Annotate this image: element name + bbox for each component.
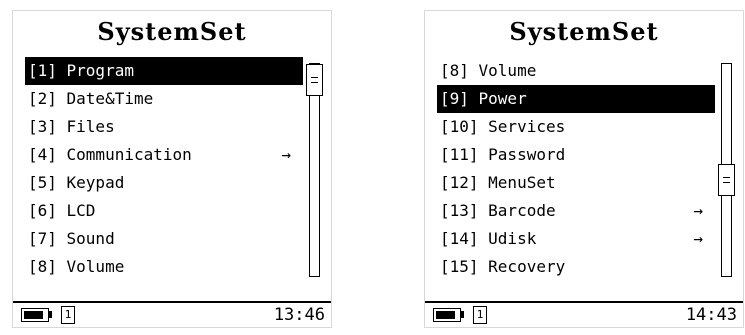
menu-item-label: [15] Recovery: [440, 257, 566, 276]
menu-item-label: [7] Sound: [28, 229, 115, 248]
submenu-arrow-icon: →: [693, 201, 703, 220]
menu-item-barcode[interactable]: [13] Barcode →: [437, 197, 715, 225]
menu-item-label: [2] Date&Time: [28, 89, 154, 108]
status-clock: 14:43: [685, 305, 737, 325]
menu-item-label: [14] Udisk: [440, 229, 537, 248]
status-clock: 13:46: [273, 305, 325, 325]
menu-item-label: [8] Volume: [440, 61, 537, 80]
scrollbar-thumb[interactable]: [306, 64, 323, 96]
menu-item-sound[interactable]: [7] Sound: [25, 225, 303, 253]
menu-item-communication[interactable]: [4] Communication →: [25, 141, 303, 169]
menu-item-menuset[interactable]: [12] MenuSet: [437, 169, 715, 197]
menu-item-lcd[interactable]: [6] LCD: [25, 197, 303, 225]
sim-card-icon: 1: [61, 306, 75, 324]
status-bar: 1 13:46: [13, 301, 331, 327]
menu-item-udisk[interactable]: [14] Udisk →: [437, 225, 715, 253]
menu-item-label: [10] Services: [440, 117, 566, 136]
battery-level: [436, 311, 455, 319]
battery-level: [24, 311, 43, 319]
submenu-arrow-icon: →: [281, 145, 291, 164]
menu-item-label: [8] Volume: [28, 257, 125, 276]
menu-item-label: [5] Keypad: [28, 173, 125, 192]
menu-item-recovery[interactable]: [15] Recovery: [437, 253, 715, 281]
battery-tip-icon: [461, 311, 464, 318]
screen-title: SystemSet: [509, 17, 659, 46]
menu-scrollbar[interactable]: [306, 63, 323, 277]
menu-item-services[interactable]: [10] Services: [437, 113, 715, 141]
menu-item-files[interactable]: [3] Files: [25, 113, 303, 141]
menu-item-date-time[interactable]: [2] Date&Time: [25, 85, 303, 113]
status-bar: 1 14:43: [425, 301, 743, 327]
menu-item-power[interactable]: [9] Power: [437, 85, 715, 113]
menu-scrollbar[interactable]: [718, 63, 735, 277]
menu-item-label: [11] Password: [440, 145, 566, 164]
left-device-screen: SystemSet [1] Program [2] Date&Time [3] …: [12, 10, 332, 328]
sim-card-icon: 1: [473, 306, 487, 324]
menu-item-label: [3] Files: [28, 117, 115, 136]
menu-item-program[interactable]: [1] Program: [25, 57, 303, 85]
battery-icon: [433, 308, 461, 322]
system-menu: [8] Volume [9] Power [10] Services [11] …: [437, 57, 715, 281]
screen-title: SystemSet: [97, 17, 247, 46]
menu-item-label: [1] Program: [28, 61, 134, 80]
menu-item-volume[interactable]: [8] Volume: [437, 57, 715, 85]
scrollbar-thumb[interactable]: [718, 164, 735, 196]
battery-tip-icon: [49, 311, 52, 318]
menu-item-password[interactable]: [11] Password: [437, 141, 715, 169]
menu-item-keypad[interactable]: [5] Keypad: [25, 169, 303, 197]
battery-icon: [21, 308, 49, 322]
menu-item-label: [12] MenuSet: [440, 173, 556, 192]
menu-item-label: [6] LCD: [28, 201, 96, 220]
menu-item-label: [9] Power: [440, 89, 527, 108]
menu-item-label: [13] Barcode: [440, 201, 556, 220]
right-device-screen: SystemSet [8] Volume [9] Power [10] Serv…: [424, 10, 744, 328]
system-menu: [1] Program [2] Date&Time [3] Files [4] …: [25, 57, 303, 281]
menu-item-volume[interactable]: [8] Volume: [25, 253, 303, 281]
menu-item-label: [4] Communication: [28, 145, 192, 164]
submenu-arrow-icon: →: [693, 229, 703, 248]
